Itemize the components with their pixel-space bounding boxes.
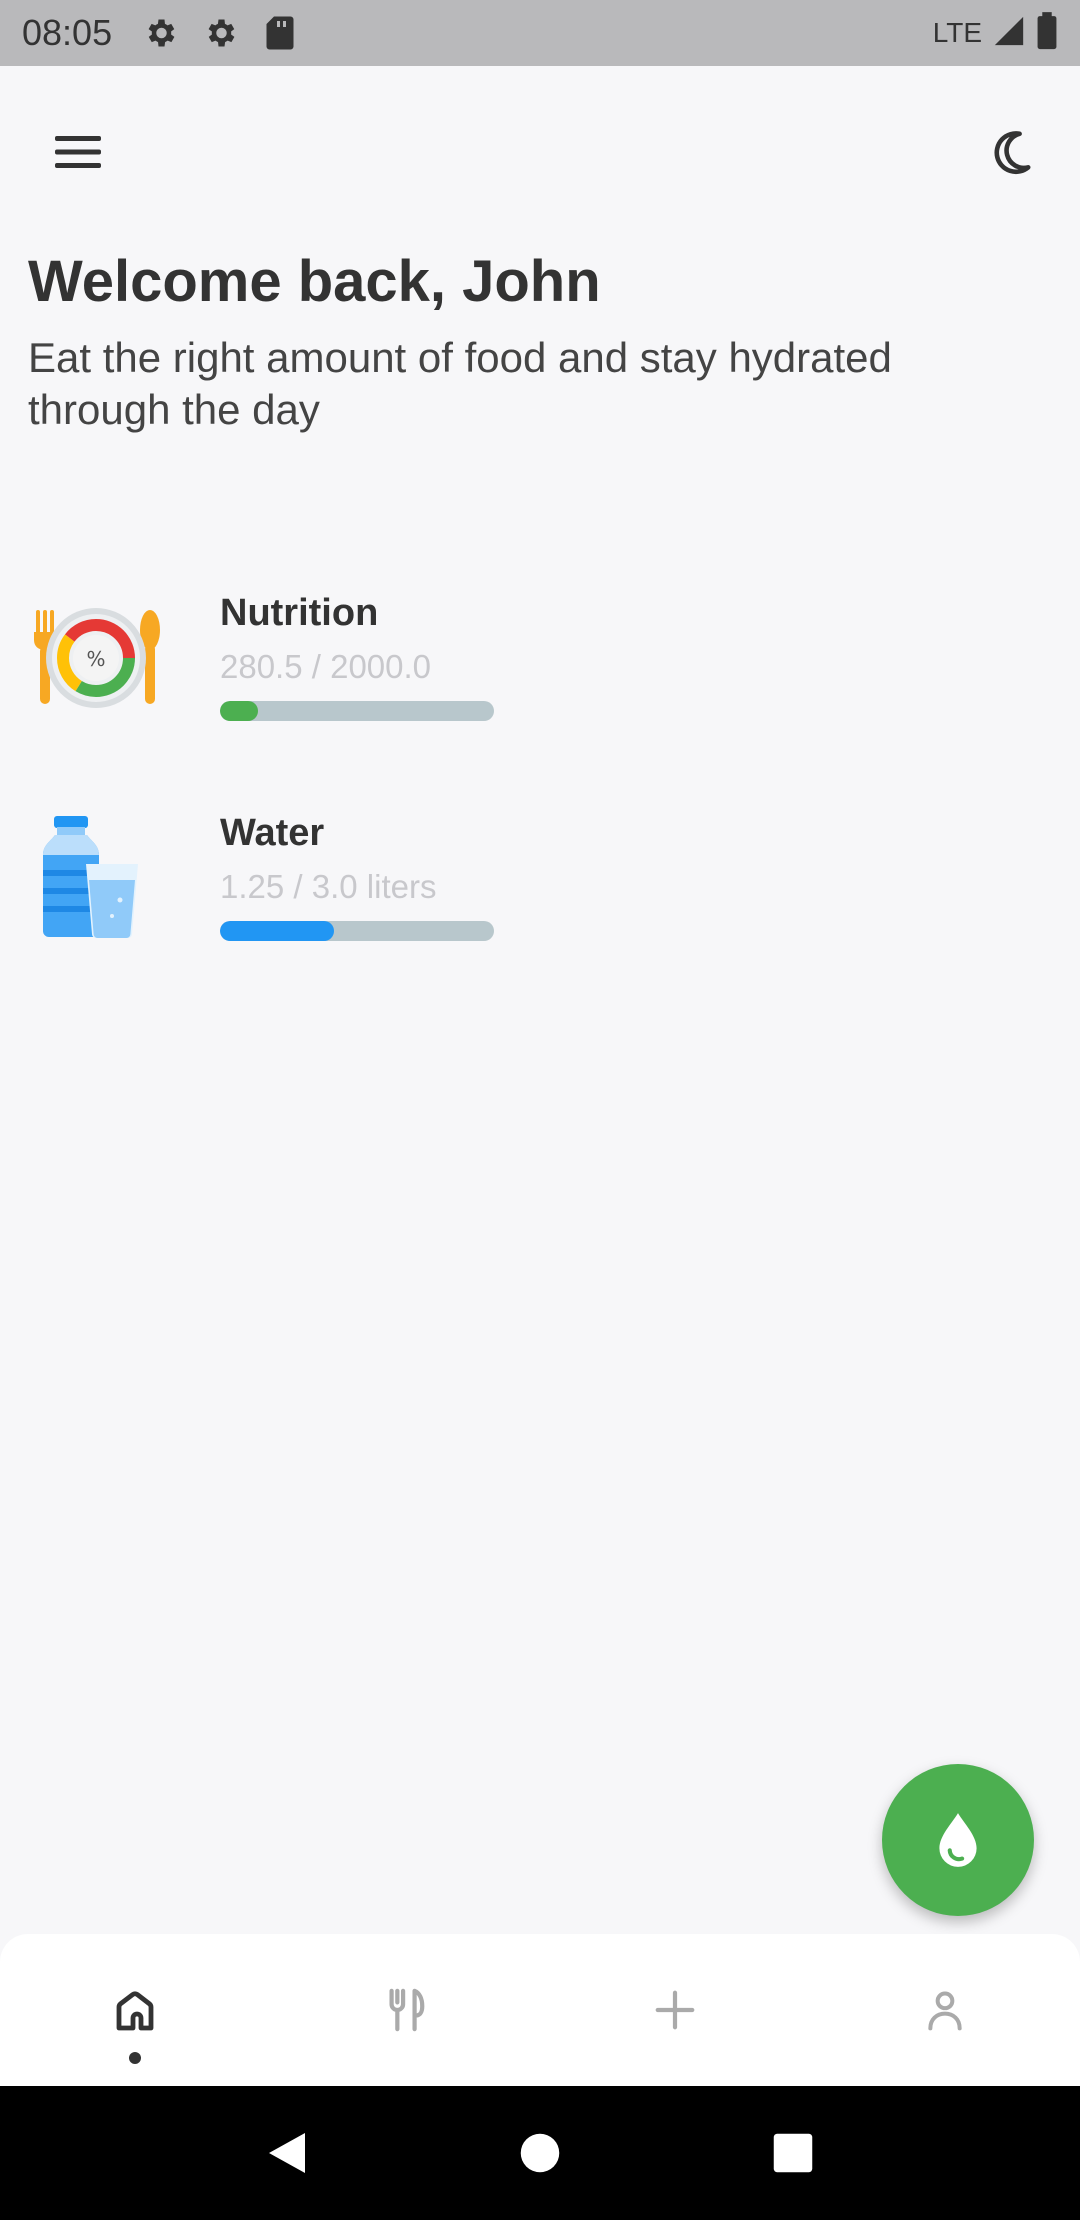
sd-card-icon [260,13,300,53]
home-circle-icon [520,2133,560,2173]
status-time: 08:05 [22,12,113,53]
status-bar: 08:05 LTE [0,0,1080,66]
nav-home[interactable] [0,1934,270,2086]
signal-icon [992,14,1026,53]
water-tracker[interactable]: Water 1.25 / 3.0 liters [28,808,628,948]
status-right: LTE [932,11,1058,55]
system-navigation-bar [0,2086,1080,2220]
add-water-fab[interactable] [882,1764,1034,1916]
nav-profile[interactable] [810,1934,1080,2086]
tracker-label: Water [220,812,325,854]
home-icon [116,1991,154,2031]
settings-gear-icon [200,13,240,53]
water-drop-icon [939,1813,977,1867]
nav-add[interactable] [540,1934,810,2086]
progress-fill [220,921,335,941]
nutrition-tracker[interactable]: % Nutrition 280.5 / 2000.0 [28,588,628,728]
network-type: LTE [932,17,982,48]
tracker-value: 280.5 / 2000.0 [220,648,432,685]
water-bottle-icon [43,816,138,938]
progress-bar [220,921,494,941]
nav-meals[interactable] [270,1934,540,2086]
progress-bar [220,701,494,721]
menu-button[interactable] [44,118,112,186]
system-recents-button[interactable] [763,2123,823,2183]
page-subtitle: Eat the right amount of food and stay hy… [28,334,892,433]
theme-toggle-button[interactable] [976,118,1044,186]
tracker-label: Nutrition [220,592,379,634]
progress-fill [220,701,259,721]
nutrition-plate-icon: % [34,608,160,708]
page-title: Welcome back, John [28,249,601,314]
person-icon [928,1991,962,2031]
bottom-navigation [0,1934,1080,2086]
fork-knife-icon [389,1988,425,2032]
app-bar [0,66,1080,216]
tracker-value: 1.25 / 3.0 liters [220,868,437,905]
recents-square-icon [774,2133,813,2173]
moon-icon [994,131,1031,175]
active-indicator-dot [129,2052,141,2064]
system-home-button[interactable] [510,2123,570,2183]
svg-text:%: % [86,647,105,671]
plus-icon [655,1990,695,2030]
battery-icon [1036,11,1058,55]
settings-gear-icon [140,13,180,53]
hamburger-menu-icon [55,136,101,168]
back-triangle-icon [268,2133,305,2173]
system-back-button[interactable] [257,2123,317,2183]
app-screen: 08:05 LTE Welcome back, John Eat the rig… [0,0,1080,2220]
